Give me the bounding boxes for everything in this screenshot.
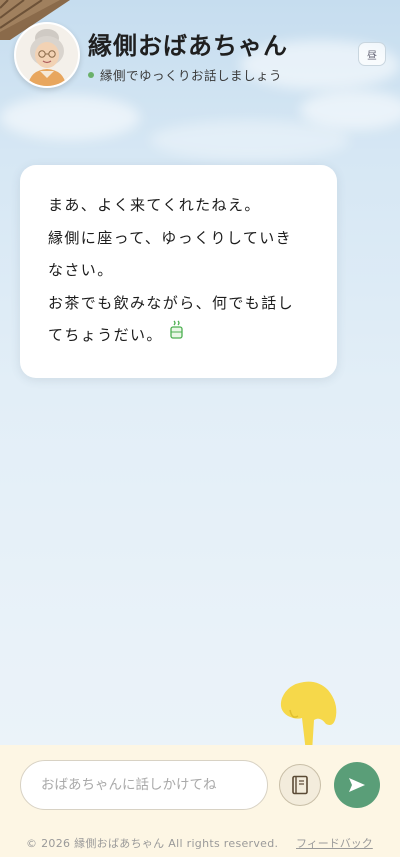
header: 縁側おばあちゃん 縁側でゆっくりお話しましょう 昼	[0, 0, 400, 100]
message-line: まあ、よく来てくれたねえ。	[48, 196, 261, 214]
book-icon	[292, 775, 308, 795]
grandma-message-bubble: まあ、よく来てくれたねえ。 縁側に座って、ゆっくりしていき なさい。 お茶でも飲…	[20, 165, 337, 378]
subtitle: 縁側でゆっくりお話しましょう	[100, 68, 283, 83]
feedback-link[interactable]: フィードバック	[296, 835, 373, 851]
message-line: てちょうだい。	[48, 326, 163, 344]
time-of-day-button[interactable]: 昼	[358, 42, 386, 66]
chat-message-input[interactable]	[20, 760, 268, 810]
send-icon	[349, 778, 365, 792]
grandma-avatar	[14, 22, 80, 88]
message-line: お茶でも飲みながら、何でも話し	[48, 293, 295, 312]
grandma-avatar-icon	[16, 24, 78, 86]
diary-button[interactable]	[279, 764, 321, 806]
cloud	[0, 95, 140, 140]
online-status-dot	[88, 71, 94, 78]
tea-icon	[169, 319, 185, 352]
cloud	[150, 120, 350, 160]
status-row: 縁側でゆっくりお話しましょう	[88, 65, 282, 84]
message-line: 縁側に座って、ゆっくりしていき	[48, 228, 293, 247]
pointing-hand-icon	[280, 681, 337, 752]
page-title: 縁側おばあちゃん	[88, 32, 288, 60]
message-line: なさい。	[48, 261, 114, 279]
send-button[interactable]	[334, 762, 380, 808]
copyright-text: © 2026 縁側おばあちゃん All rights reserved.	[26, 837, 279, 850]
message-last-line: てちょうだい。	[48, 319, 317, 352]
